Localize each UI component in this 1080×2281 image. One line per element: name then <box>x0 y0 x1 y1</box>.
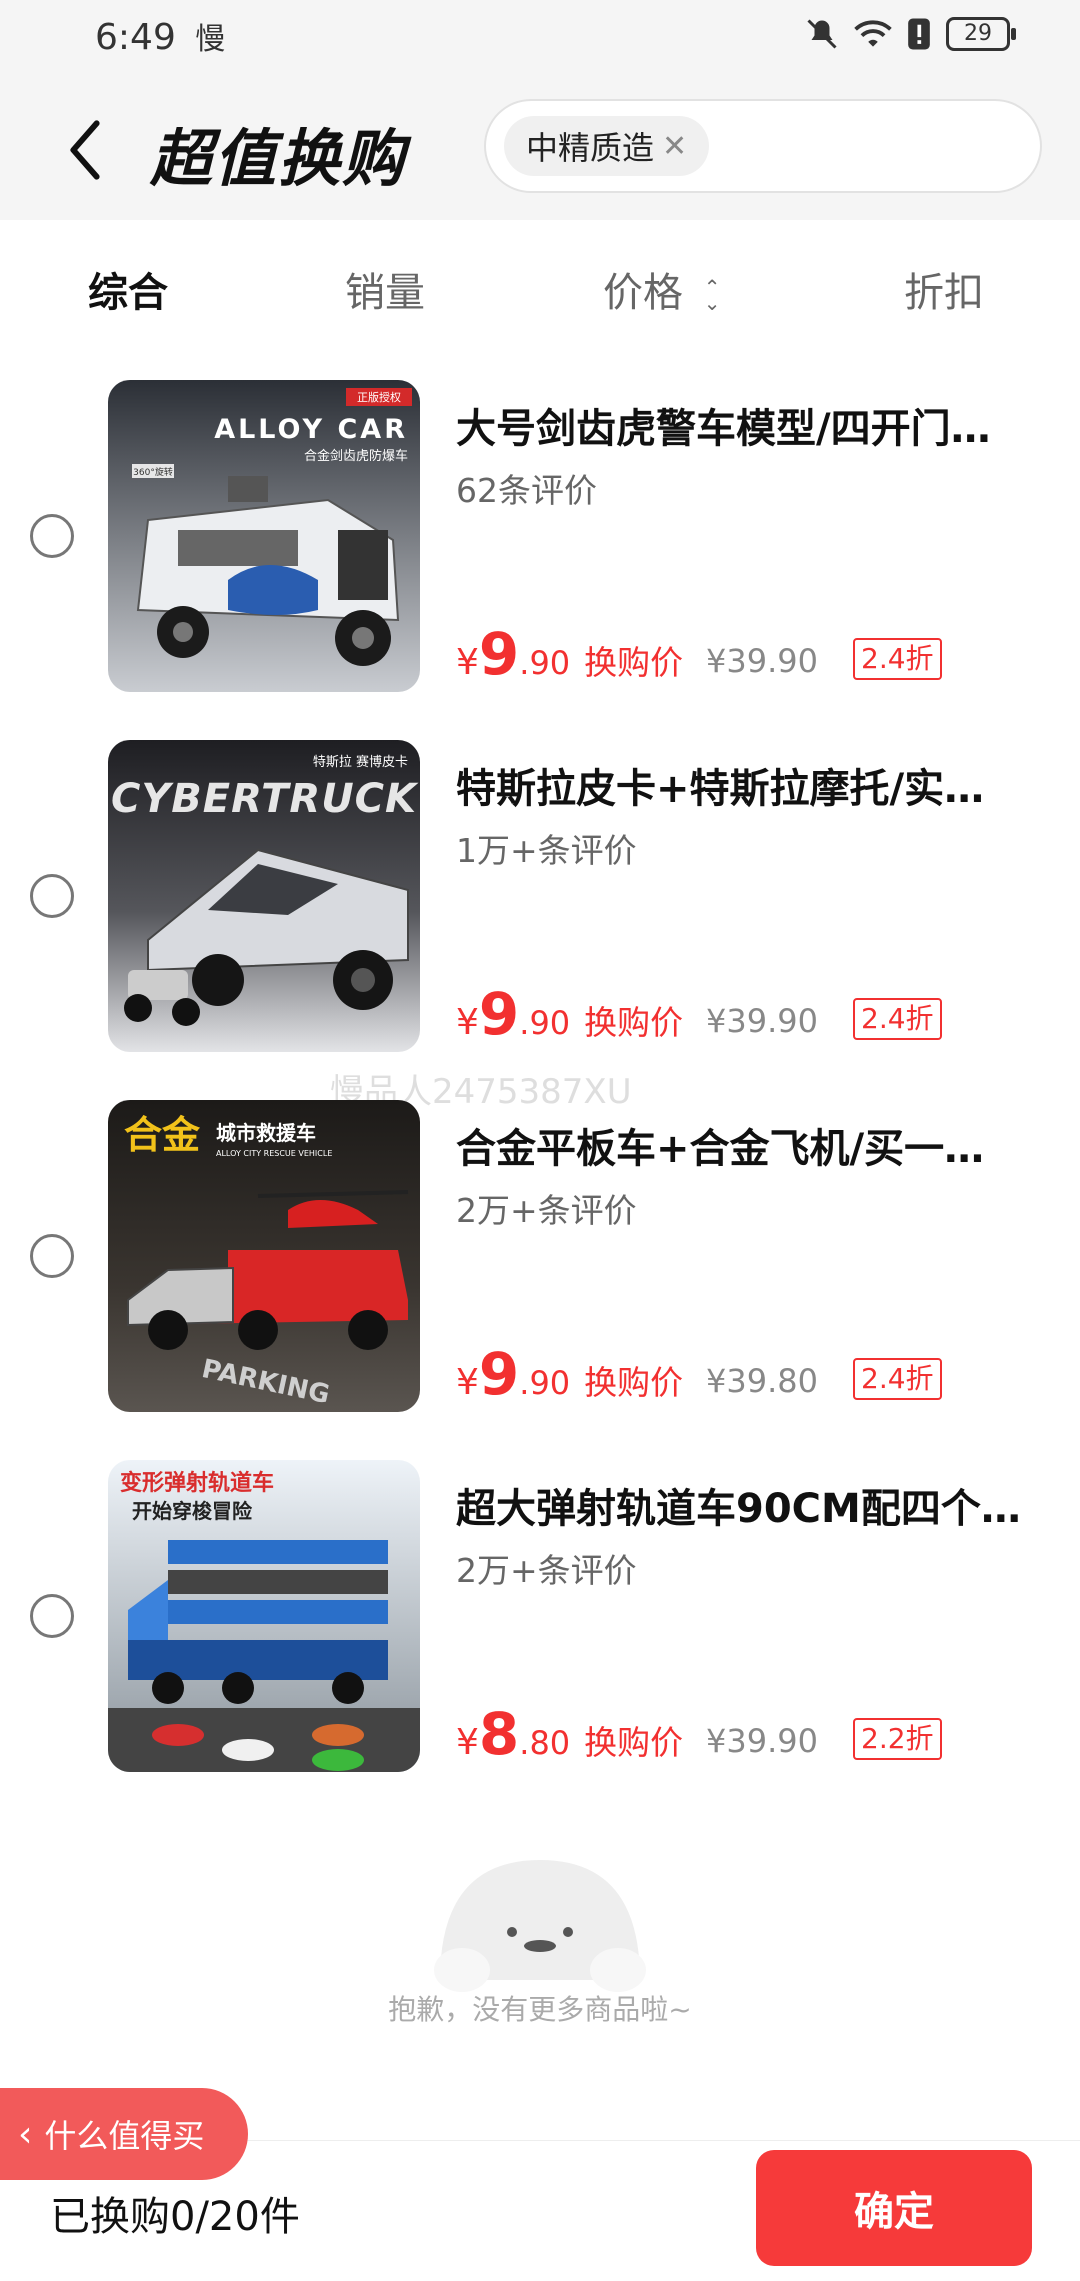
thumb-subtitle-en: ALLOY CITY RESCUE VEHICLE <box>216 1149 332 1158</box>
chevron-left-icon <box>70 120 100 180</box>
price-currency: ¥ <box>456 1362 479 1403</box>
price-decimal: .80 <box>519 1724 571 1762</box>
sim-alert-icon <box>908 18 930 50</box>
exchange-price: ¥ 9 .90 换购价 <box>456 980 683 1048</box>
exchange-price: ¥ 8 .80 换购价 <box>456 1700 683 1768</box>
worth-buying-button[interactable]: ‹ 什么值得买 <box>0 2088 248 2180</box>
product-reviews: 2万+条评价 <box>456 1191 637 1230</box>
product-title[interactable]: 大号剑齿虎警车模型/四开门… <box>456 396 1036 454</box>
product-item[interactable]: 特斯拉 赛博皮卡 CYBERTRUCK 特斯拉皮卡+特斯拉摩托/实… 1万+条评… <box>0 740 1080 1070</box>
status-icons: 29 <box>804 16 1016 52</box>
tab-discount[interactable]: 折扣 <box>904 260 984 318</box>
product-title[interactable]: 特斯拉皮卡+特斯拉摩托/实… <box>456 756 1036 814</box>
product-reviews: 62条评价 <box>456 471 597 510</box>
price-currency: ¥ <box>456 1002 479 1043</box>
status-time: 6:49 慢 <box>95 14 225 58</box>
thumb-subtitle: 合金剑齿虎防爆车 <box>304 448 408 464</box>
product-title[interactable]: 合金平板车+合金飞机/买一… <box>456 1116 1036 1174</box>
product-title[interactable]: 超大弹射轨道车90CM配四个… <box>456 1476 1036 1534</box>
select-radio[interactable] <box>30 874 74 918</box>
discount-badge: 2.4折 <box>853 998 942 1040</box>
tab-sales[interactable]: 销量 <box>345 260 425 318</box>
price-decimal: .90 <box>519 644 571 682</box>
thumb-title: ALLOY CAR <box>214 414 408 445</box>
exchange-price: ¥ 9 .90 换购价 <box>456 620 683 688</box>
time-text: 6:49 <box>95 17 176 58</box>
thumb-tag: 360°旋转 <box>133 466 173 478</box>
product-item[interactable]: 合金 城市救援车 ALLOY CITY RESCUE VEHICLE PARKI… <box>0 1100 1080 1430</box>
search-box[interactable]: 中精质造 ✕ <box>484 99 1042 193</box>
tab-label: 价格 <box>603 270 683 316</box>
product-reviews: 2万+条评价 <box>456 1551 637 1590</box>
thumb-title: CYBERTRUCK <box>111 776 419 822</box>
tab-label: 折扣 <box>904 270 984 316</box>
status-bar: 6:49 慢 29 <box>0 0 1080 80</box>
tab-price[interactable]: 价格 ⌃ ⌄ <box>603 260 720 318</box>
no-more-items-text: 抱歉，没有更多商品啦~ <box>388 1993 692 2026</box>
thumb-title: 变形弹射轨道车 <box>120 1470 274 1496</box>
original-price: ¥39.80 <box>706 1362 818 1400</box>
confirm-button[interactable]: 确定 <box>756 2150 1032 2266</box>
search-chip[interactable]: 中精质造 ✕ <box>504 116 710 176</box>
product-reviews: 1万+条评价 <box>456 831 637 870</box>
tab-label: 销量 <box>345 270 425 316</box>
thumb-subtitle: 开始穿梭冒险 <box>132 1499 253 1523</box>
cybertruck-image: 特斯拉 赛博皮卡 CYBERTRUCK <box>108 740 420 1052</box>
header: 超值换购 中精质造 ✕ <box>0 80 1080 220</box>
price-label: 换购价 <box>584 1723 684 1762</box>
armored-police-car-image: 正版授权 ALLOY CAR 合金剑齿虎防爆车 360°旋转 <box>108 380 420 692</box>
product-thumbnail[interactable]: 变形弹射轨道车 开始穿梭冒险 <box>108 1460 420 1772</box>
battery-icon: 29 <box>946 17 1016 51</box>
product-thumbnail[interactable]: 正版授权 ALLOY CAR 合金剑齿虎防爆车 360°旋转 <box>108 380 420 692</box>
price-label: 换购价 <box>584 1003 684 1042</box>
thumb-subtitle: 城市救援车 <box>216 1121 316 1145</box>
price-label: 换购价 <box>584 1363 684 1402</box>
exchange-count: 已换购0/20件 <box>50 2194 300 2240</box>
select-radio[interactable] <box>30 514 74 558</box>
select-radio[interactable] <box>30 1594 74 1638</box>
thumb-subtitle: 特斯拉 赛博皮卡 <box>313 754 408 770</box>
product-thumbnail[interactable]: 特斯拉 赛博皮卡 CYBERTRUCK <box>108 740 420 1052</box>
worth-buying-label: 什么值得买 <box>44 2117 205 2155</box>
original-price: ¥39.90 <box>706 1002 818 1040</box>
product-item[interactable]: 正版授权 ALLOY CAR 合金剑齿虎防爆车 360°旋转 大号剑齿虎警车模型… <box>0 380 1080 710</box>
price-integer: 9 <box>478 1340 520 1408</box>
close-icon[interactable]: ✕ <box>662 129 687 164</box>
discount-badge: 2.2折 <box>853 1718 942 1760</box>
price-decimal: .90 <box>519 1364 571 1402</box>
search-chip-label: 中精质造 <box>526 129 655 167</box>
price-integer: 9 <box>478 620 520 688</box>
original-price: ¥39.90 <box>706 642 818 680</box>
price-integer: 8 <box>478 1700 520 1768</box>
page-title: 超值换购 <box>150 122 407 195</box>
back-button[interactable] <box>50 110 120 190</box>
mute-icon <box>807 19 837 49</box>
exchange-price: ¥ 9 .90 换购价 <box>456 1340 683 1408</box>
product-item[interactable]: 变形弹射轨道车 开始穿梭冒险 超大弹射轨道车90CM配四个… 2万+条评价 ¥ … <box>0 1460 1080 1790</box>
sort-updown-icon: ⌃ ⌄ <box>703 275 721 315</box>
price-currency: ¥ <box>456 1722 479 1763</box>
rescue-truck-image: 合金 城市救援车 ALLOY CITY RESCUE VEHICLE PARKI… <box>108 1100 420 1412</box>
sort-tabs: 综合 销量 价格 ⌃ ⌄ 折扣 <box>0 220 1080 355</box>
empty-mascot-icon <box>434 1860 646 1992</box>
app-indicator: 慢 <box>195 22 226 57</box>
select-radio[interactable] <box>30 1234 74 1278</box>
tab-label: 综合 <box>88 270 168 316</box>
price-currency: ¥ <box>456 642 479 683</box>
price-decimal: .90 <box>519 1004 571 1042</box>
price-label: 换购价 <box>584 643 684 682</box>
tab-comprehensive[interactable]: 综合 <box>88 260 168 318</box>
thumb-badge: 正版授权 <box>357 390 401 404</box>
track-truck-image: 变形弹射轨道车 开始穿梭冒险 <box>108 1460 420 1772</box>
chevron-left-icon: ‹ <box>18 2113 33 2155</box>
discount-badge: 2.4折 <box>853 638 942 680</box>
product-thumbnail[interactable]: 合金 城市救援车 ALLOY CITY RESCUE VEHICLE PARKI… <box>108 1100 420 1412</box>
wifi-icon <box>854 20 892 47</box>
price-integer: 9 <box>478 980 520 1048</box>
original-price: ¥39.90 <box>706 1722 818 1760</box>
thumb-title: 合金 <box>124 1113 201 1157</box>
battery-level: 29 <box>964 21 992 46</box>
discount-badge: 2.4折 <box>853 1358 942 1400</box>
